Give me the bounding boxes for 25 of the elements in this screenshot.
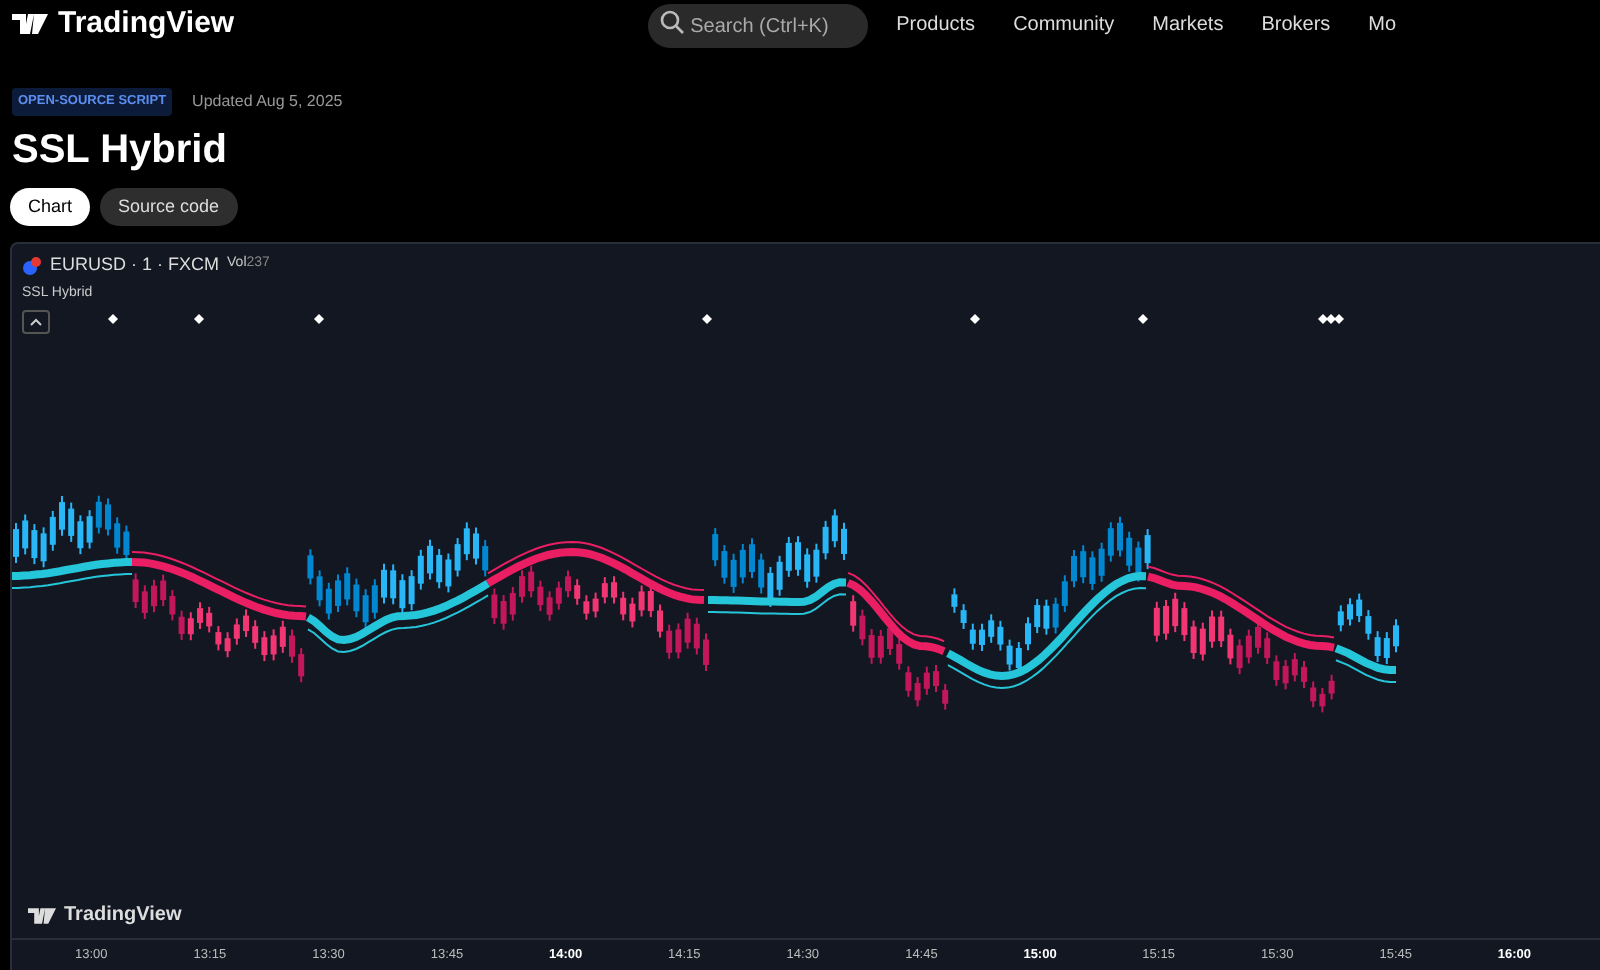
search-icon: [660, 9, 685, 34]
script-title: SSL Hybrid: [10, 125, 229, 176]
chart-watermark-logo: TradingView: [64, 902, 182, 930]
search-field[interactable]: Search (Ctrl+K): [648, 4, 869, 49]
tab[interactable]: Source code: [100, 187, 238, 226]
currency-pair-icon: [22, 255, 42, 275]
nav-link[interactable]: Mo: [1368, 9, 1397, 39]
signal-diamond-icon: [314, 313, 324, 324]
chart-logo-icon: [28, 907, 56, 923]
tab[interactable]: Chart: [10, 187, 91, 226]
signal-diamond-icon: [970, 313, 980, 324]
signal-diamond-icon: [1138, 313, 1148, 324]
updated-date: Updated Aug 5, 2025: [192, 89, 343, 114]
caret-icon: [30, 317, 42, 326]
nav-link[interactable]: Brokers: [1261, 9, 1331, 39]
signal-diamond-icon: [108, 313, 118, 324]
logo-text[interactable]: TradingView: [58, 1, 235, 47]
nav-link[interactable]: Products: [896, 9, 976, 39]
collapse-button[interactable]: [22, 309, 50, 334]
symbol-text: EURUSD · 1 · FXCM: [50, 251, 220, 278]
signal-diamond-icon: [194, 313, 204, 324]
logo-icon: [12, 14, 48, 34]
nav-link[interactable]: Community: [1013, 9, 1115, 39]
nav-link[interactable]: Markets: [1152, 9, 1224, 39]
signal-diamond-icon: [702, 313, 712, 324]
